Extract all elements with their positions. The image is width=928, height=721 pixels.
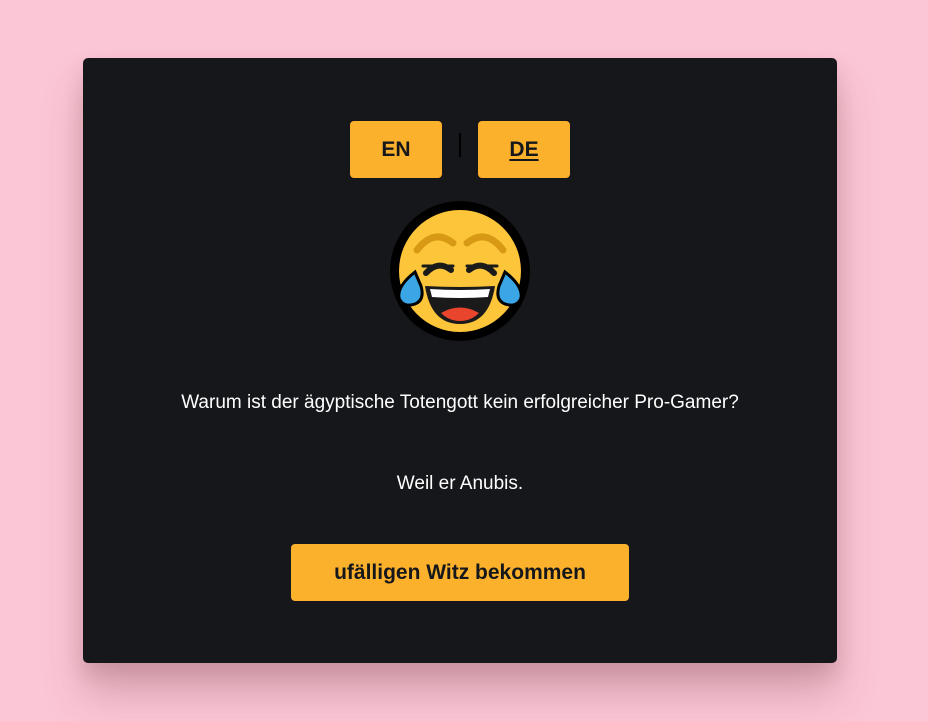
random-joke-button-label: ufälligen Witz bekommen <box>334 560 586 584</box>
language-button-en[interactable]: EN <box>350 121 442 178</box>
language-button-de[interactable]: DE <box>478 121 570 178</box>
face-with-tears-of-joy-icon <box>389 200 531 342</box>
joke-answer: Weil er Anubis. <box>396 473 524 494</box>
language-label-en: EN <box>381 137 411 161</box>
random-joke-button[interactable]: ufälligen Witz bekommen <box>291 544 629 601</box>
joke-question: Warum ist der ägyptische Totengott kein … <box>181 392 739 413</box>
joke-card: EN DE Warum ist der ägyptische Totengott… <box>83 58 837 663</box>
language-label-de: DE <box>509 137 539 161</box>
language-divider <box>459 132 461 157</box>
language-switcher: EN DE <box>83 121 837 178</box>
